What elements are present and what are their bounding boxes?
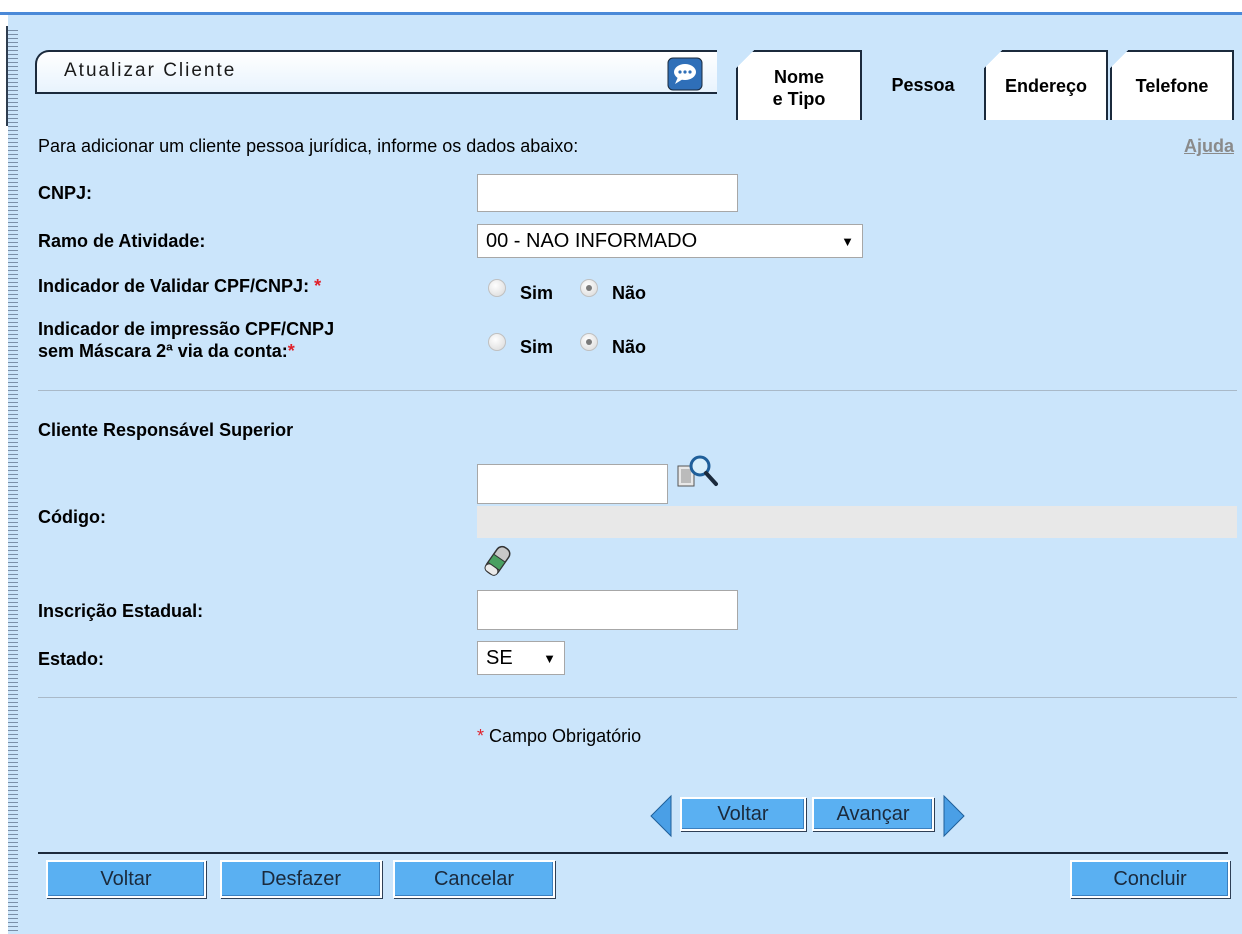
- divider: [38, 697, 1237, 698]
- inscricao-input[interactable]: [477, 590, 738, 630]
- ramo-label: Ramo de Atividade:: [38, 231, 206, 251]
- cnpj-label: CNPJ:: [38, 183, 93, 203]
- tab-corner: [1110, 50, 1128, 68]
- cnpj-input[interactable]: [477, 174, 738, 212]
- codigo-label: Código:: [38, 507, 106, 527]
- arrow-left-icon[interactable]: [649, 794, 673, 838]
- required-note-text: Campo Obrigatório: [489, 726, 642, 746]
- impressao-nao-radio[interactable]: [580, 333, 598, 351]
- tab-endereco[interactable]: Endereço: [984, 50, 1108, 120]
- chat-icon[interactable]: [667, 57, 703, 91]
- impressao-sim-label: Sim: [520, 337, 554, 357]
- page-title: Atualizar Cliente: [64, 60, 237, 81]
- required-marker: *: [314, 276, 322, 296]
- search-icon[interactable]: [676, 452, 720, 492]
- required-note: * Campo Obrigatório: [477, 726, 641, 747]
- voltar-button[interactable]: Voltar: [46, 860, 206, 898]
- validar-nao-label: Não: [612, 283, 647, 303]
- tab-telefone[interactable]: Telefone: [1110, 50, 1234, 120]
- required-marker: *: [287, 341, 295, 361]
- section-title: Cliente Responsável Superior: [38, 420, 294, 440]
- impressao-label-line1: Indicador de impressão CPF/CNPJ: [38, 319, 335, 339]
- arrow-right-icon[interactable]: [942, 794, 966, 838]
- codigo-input[interactable]: [477, 464, 668, 504]
- estado-label: Estado:: [38, 649, 105, 669]
- help-link[interactable]: Ajuda: [1184, 136, 1234, 157]
- ramo-select[interactable]: 00 - NAO INFORMADO ▼: [477, 224, 863, 258]
- impressao-label: Indicador de impressão CPF/CNPJ sem Másc…: [38, 318, 334, 362]
- nav-voltar-button[interactable]: Voltar: [680, 797, 806, 831]
- validar-sim-radio[interactable]: [488, 279, 506, 297]
- left-rail: [0, 15, 8, 934]
- validar-label: Indicador de Validar CPF/CNPJ: *: [38, 276, 321, 297]
- estado-selected-value: SE: [486, 646, 513, 669]
- codigo-description-field: [477, 506, 1237, 538]
- tab-corner: [736, 50, 754, 68]
- footer-divider: [38, 852, 1228, 854]
- chevron-down-icon: ▼: [543, 650, 556, 666]
- window-top-bar: [0, 0, 1242, 15]
- chevron-down-icon: ▼: [841, 233, 854, 249]
- tab-endereco-label: Endereço: [1004, 76, 1088, 96]
- tab-corner: [984, 50, 1002, 68]
- required-marker: *: [477, 726, 485, 746]
- impressao-nao-label: Não: [612, 337, 647, 357]
- validar-sim-label: Sim: [520, 283, 554, 303]
- impressao-label-line2-wrap: sem Máscara 2ª via da conta:*: [38, 340, 334, 362]
- eraser-icon[interactable]: [480, 542, 516, 582]
- left-rail-lines: [8, 30, 18, 934]
- tab-nome-tipo[interactable]: Nome e Tipo: [736, 50, 862, 120]
- tab-nome-tipo-label: Nome e Tipo: [772, 67, 826, 109]
- cancelar-button[interactable]: Cancelar: [393, 860, 555, 898]
- tab-pessoa-label: Pessoa: [891, 75, 955, 95]
- left-bracket: [6, 26, 12, 126]
- estado-select[interactable]: SE ▼: [477, 641, 565, 675]
- tab-telefone-label: Telefone: [1135, 76, 1209, 96]
- validar-label-text: Indicador de Validar CPF/CNPJ:: [38, 276, 310, 296]
- divider: [38, 390, 1237, 391]
- desfazer-button[interactable]: Desfazer: [220, 860, 382, 898]
- intro-text: Para adicionar um cliente pessoa jurídic…: [38, 136, 579, 156]
- impressao-label-line2: sem Máscara 2ª via da conta:: [38, 341, 288, 361]
- ramo-selected-value: 00 - NAO INFORMADO: [486, 229, 698, 252]
- validar-nao-radio[interactable]: [580, 279, 598, 297]
- impressao-sim-radio[interactable]: [488, 333, 506, 351]
- nav-avancar-button[interactable]: Avançar: [812, 797, 934, 831]
- inscricao-label: Inscrição Estadual:: [38, 601, 204, 621]
- concluir-button[interactable]: Concluir: [1070, 860, 1230, 898]
- tab-pessoa[interactable]: Pessoa: [868, 50, 978, 120]
